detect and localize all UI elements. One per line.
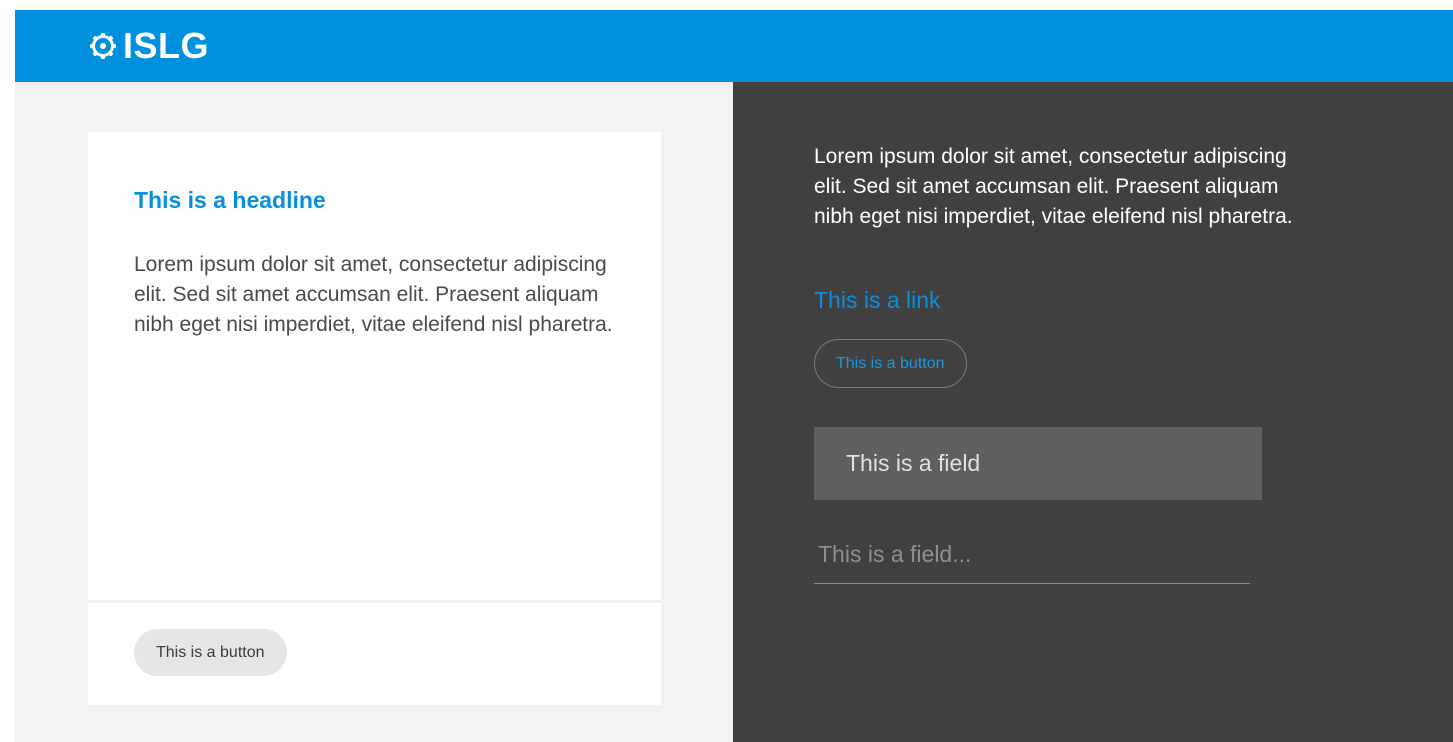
outline-button[interactable]: This is a button — [814, 339, 967, 388]
app-frame: ISLG This is a headline Lorem ipsum dolo… — [15, 10, 1453, 742]
content-card: This is a headline Lorem ipsum dolor sit… — [88, 132, 661, 705]
light-panel: This is a headline Lorem ipsum dolor sit… — [15, 82, 733, 742]
dark-body-text: Lorem ipsum dolor sit amet, consectetur … — [814, 145, 1293, 228]
card-button[interactable]: This is a button — [134, 629, 287, 676]
underline-field-input[interactable] — [814, 536, 1250, 572]
dark-panel-content: Lorem ipsum dolor sit amet, consectetur … — [814, 142, 1374, 584]
dark-panel: Lorem ipsum dolor sit amet, consectetur … — [733, 82, 1453, 742]
underline-field[interactable] — [814, 536, 1250, 584]
filled-field-input[interactable] — [844, 449, 1262, 478]
card-footer: This is a button — [88, 603, 661, 705]
top-bar: ISLG — [15, 10, 1453, 82]
card-headline: This is a headline — [134, 187, 326, 213]
card-body: This is a headline Lorem ipsum dolor sit… — [88, 132, 661, 600]
brand-name: ISLG — [123, 25, 210, 66]
brand-logo[interactable]: ISLG — [89, 28, 209, 64]
filled-field[interactable] — [814, 427, 1262, 500]
card-body-text: Lorem ipsum dolor sit amet, consectetur … — [134, 253, 613, 336]
gear-icon — [89, 32, 117, 60]
dark-link[interactable]: This is a link — [814, 285, 941, 315]
